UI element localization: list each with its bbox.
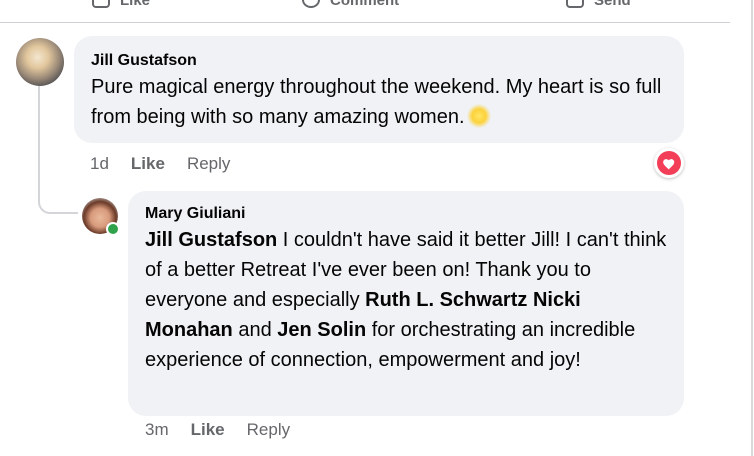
post-like-label: Like	[120, 0, 151, 9]
reply-reply-button[interactable]: Reply	[247, 420, 290, 440]
post-like-button[interactable]: Like	[92, 0, 150, 12]
reply-like-button[interactable]: Like	[191, 420, 225, 440]
mention-ruth-schwartz[interactable]: Ruth L. Schwartz	[365, 289, 527, 311]
post-comment-button[interactable]: Comment	[302, 0, 399, 12]
sun-emoji-icon	[466, 104, 491, 128]
scrollbar-track[interactable]	[751, 0, 753, 456]
comment-bubble: Jill Gustafson Pure magical energy throu…	[74, 36, 684, 143]
love-reaction	[657, 151, 681, 175]
comment-actions: 1d Like Reply	[90, 154, 230, 174]
reaction-badge[interactable]	[654, 148, 684, 178]
comment-reply-button[interactable]: Reply	[187, 154, 230, 174]
mention-jen-solin[interactable]: Jen Solin	[277, 319, 366, 341]
thumbs-up-icon	[92, 0, 110, 8]
heart-icon	[663, 158, 675, 170]
reply-text-block: Jill Gustafson I couldn't have said it b…	[145, 225, 668, 375]
comment-icon	[302, 0, 320, 8]
comment-timestamp[interactable]: 1d	[90, 154, 109, 174]
post-send-button[interactable]: Send	[566, 0, 631, 12]
post-action-bar: Like Comment Send	[0, 0, 730, 23]
reply-timestamp[interactable]: 3m	[145, 420, 169, 440]
reply-thread-connector	[38, 86, 78, 214]
comment-like-button[interactable]: Like	[131, 154, 165, 174]
send-icon	[566, 0, 584, 8]
comment-author[interactable]: Jill Gustafson	[91, 50, 668, 72]
post-send-label: Send	[594, 0, 631, 9]
reply-actions: 3m Like Reply	[145, 420, 290, 440]
avatar-jill-gustafson[interactable]	[16, 38, 64, 86]
reply-text-part: and	[232, 319, 278, 341]
comment-text-block: Pure magical energy throughout the weeke…	[91, 72, 668, 132]
post-comment-label: Comment	[330, 0, 400, 9]
mention-jill-gustafson[interactable]: Jill Gustafson	[145, 229, 277, 251]
reply-bubble: Mary Giuliani Jill Gustafson I couldn't …	[128, 191, 684, 416]
comment-text: Pure magical energy throughout the weeke…	[91, 76, 662, 128]
reply-author[interactable]: Mary Giuliani	[145, 203, 668, 225]
online-status-indicator	[106, 222, 120, 236]
